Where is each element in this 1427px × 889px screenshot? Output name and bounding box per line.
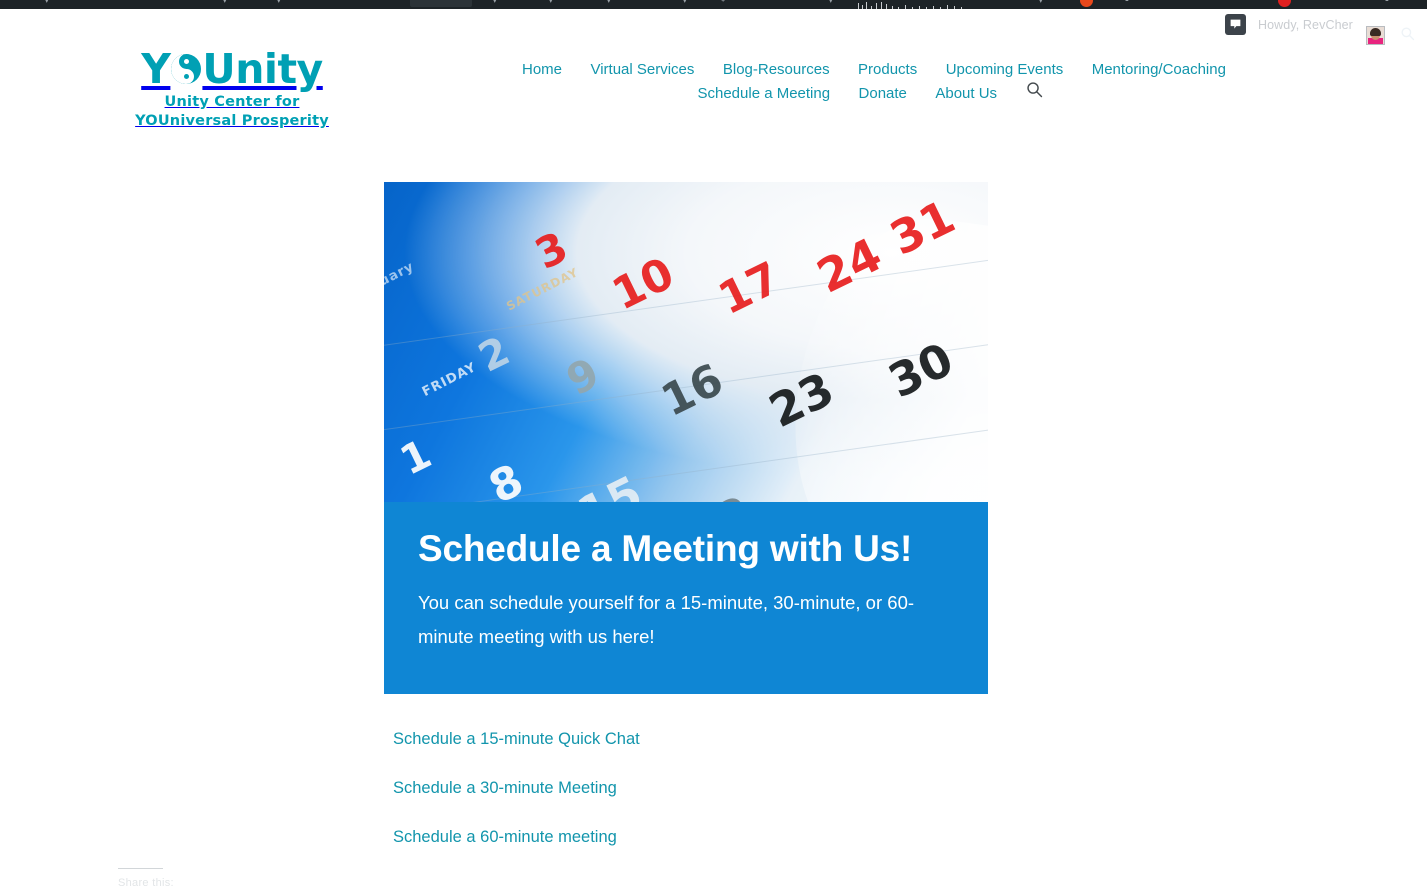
calendar-page-image: February FRIDAY SATURDAY 1 2 3 8 9 10 15… <box>384 182 988 502</box>
browser-top-strip: ▾ ▾ ▾ ▾ ▾ ▾ ▾ ⌖ ▾ ▾ ▪ ▪ <box>0 0 1427 9</box>
link-schedule-30-minute[interactable]: Schedule a 30-minute Meeting <box>393 777 913 799</box>
search-icon[interactable] <box>1014 81 1055 105</box>
calendar-day-label-saturday: SATURDAY <box>503 265 581 314</box>
strip-status-dot-red <box>1278 0 1291 7</box>
calendar-date: 17 <box>710 252 788 326</box>
primary-navigation: Home Virtual Services Blog-Resources Pro… <box>510 58 1230 105</box>
nav-item-blog-resources[interactable]: Blog-Resources <box>711 58 842 81</box>
logo-tagline: Unity Center for YOUniversal Prosperity <box>125 93 339 131</box>
nav-item-home[interactable]: Home <box>510 58 574 81</box>
calendar-date: 22 <box>679 485 760 502</box>
link-schedule-15-minute[interactable]: Schedule a 15-minute Quick Chat <box>393 728 913 750</box>
calendar-date: 23 <box>760 362 842 439</box>
calendar-date: 2 <box>471 328 518 382</box>
site-header: Y Unity Unity Center for YOUniversal Pro… <box>0 36 1427 132</box>
logo-wordmark: Y Unity <box>125 46 339 92</box>
nav-row-2: Schedule a Meeting Donate About Us <box>510 81 1230 105</box>
calendar-date: 24 <box>808 227 890 304</box>
share-label: Share this: <box>118 877 174 889</box>
calendar-month-label: February <box>384 258 417 306</box>
calendar-date: 10 <box>604 247 682 321</box>
strip-icon-6: ▾ <box>606 0 612 6</box>
calendar-date: 16 <box>653 353 731 427</box>
calendar-day-label-friday: FRIDAY <box>419 359 479 401</box>
logo-tagline-line1: Unity Center for <box>164 94 300 110</box>
divider <box>118 868 163 869</box>
site-logo[interactable]: Y Unity Unity Center for YOUniversal Pro… <box>125 46 339 131</box>
nav-row-1: Home Virtual Services Blog-Resources Pro… <box>510 58 1230 81</box>
strip-icon-2: ▾ <box>222 0 228 6</box>
nav-item-products[interactable]: Products <box>846 58 929 81</box>
strip-icon-7: ▾ <box>682 0 688 6</box>
strip-icon-8: ▾ <box>828 0 834 6</box>
howdy-greeting[interactable]: Howdy, RevCher <box>1258 18 1353 32</box>
logo-word-before: Y <box>141 45 171 93</box>
calendar-date: 30 <box>879 332 961 409</box>
strip-icon-10: ▪ <box>1125 0 1129 6</box>
strip-icon-9: ▾ <box>1038 0 1044 6</box>
logo-word-after: Unity <box>202 45 323 93</box>
calendar-date: 8 <box>480 454 531 502</box>
calendar-date: 31 <box>881 189 963 266</box>
link-schedule-60-minute[interactable]: Schedule a 60-minute meeting <box>393 826 913 848</box>
strip-icon-3: ▾ <box>276 0 282 6</box>
calendar-date: 1 <box>392 430 439 485</box>
yin-yang-icon <box>171 54 202 84</box>
nav-item-mentoring-coaching[interactable]: Mentoring/Coaching <box>1080 58 1238 81</box>
nav-item-donate[interactable]: Donate <box>847 82 919 105</box>
strip-icon-11: ▪ <box>1385 0 1389 6</box>
nav-item-about-us[interactable]: About Us <box>923 82 1009 105</box>
hero-card: February FRIDAY SATURDAY 1 2 3 8 9 10 15… <box>384 182 988 694</box>
nav-item-upcoming-events[interactable]: Upcoming Events <box>934 58 1076 81</box>
meeting-links-list: Schedule a 15-minute Quick Chat Schedule… <box>393 728 913 875</box>
strip-status-dot-orange <box>1080 0 1093 7</box>
strip-cursor-icon: ⌖ <box>720 0 727 6</box>
strip-icon-4: ▾ <box>492 0 498 6</box>
calendar-date: 15 <box>569 465 650 502</box>
page-title: Schedule a Meeting with Us! <box>418 528 913 569</box>
strip-chip <box>410 0 472 7</box>
calendar-sheet: February FRIDAY SATURDAY 1 2 3 8 9 10 15… <box>384 182 988 502</box>
strip-icon-1: ▾ <box>44 0 50 6</box>
hero-subtitle: You can schedule yourself for a 15-minut… <box>418 592 915 647</box>
nav-item-virtual-services[interactable]: Virtual Services <box>578 58 706 81</box>
calendar-date: 9 <box>558 348 607 406</box>
nav-item-schedule-a-meeting[interactable]: Schedule a Meeting <box>685 82 842 105</box>
hero-banner: Schedule a Meeting with Us! You can sche… <box>384 502 988 694</box>
calendar-date: 3 <box>527 221 575 279</box>
strip-icon-5: ▾ <box>548 0 554 6</box>
comment-bubble-icon[interactable] <box>1225 14 1246 35</box>
logo-tagline-line2: YOUniversal Prosperity <box>135 113 329 129</box>
